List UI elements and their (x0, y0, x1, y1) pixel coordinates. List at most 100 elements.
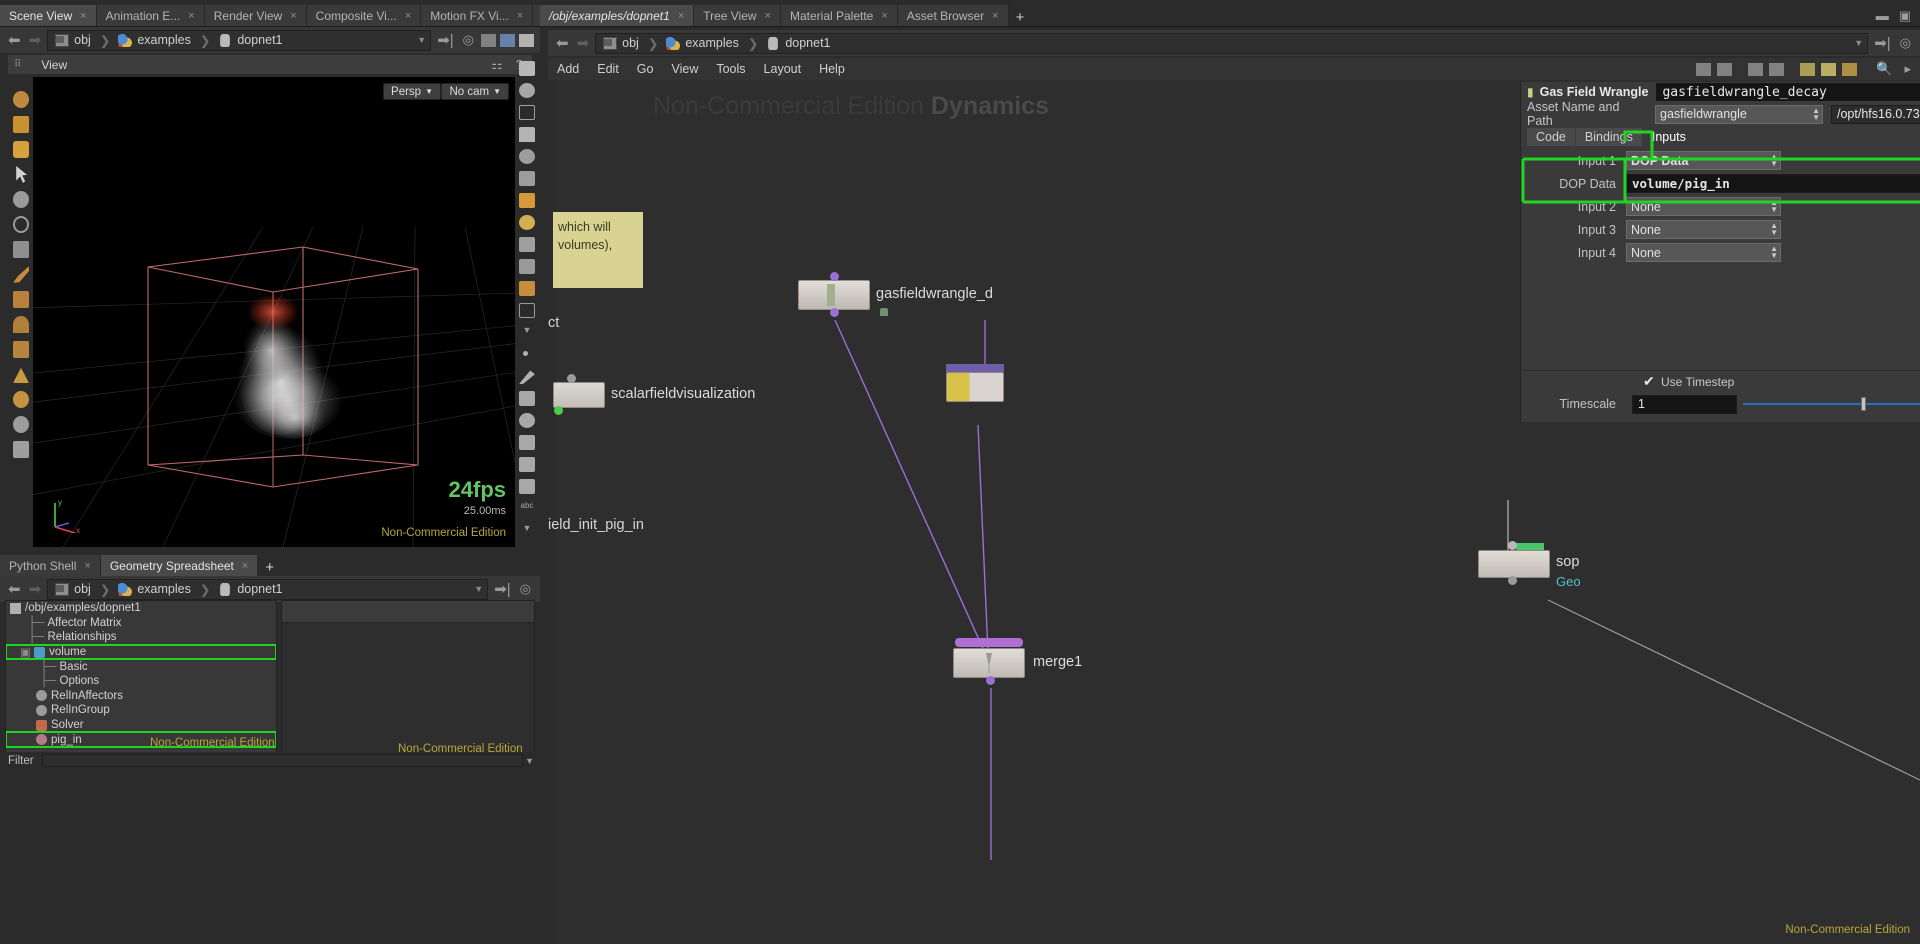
close-icon[interactable]: × (678, 10, 684, 22)
breadcrumb-item-examples[interactable]: examples ❯ (663, 36, 763, 51)
search-icon[interactable]: 🔍 (1873, 61, 1895, 77)
tree-row[interactable]: ├─ Basic (6, 659, 276, 674)
node-flag-bar[interactable] (1516, 543, 1544, 550)
view-tool-icon[interactable] (10, 138, 32, 161)
snap-tool-icon[interactable] (10, 413, 32, 436)
scale-tool-icon[interactable] (10, 238, 32, 261)
maximize-icon[interactable]: ▣ (1896, 8, 1914, 24)
forward-icon[interactable]: ➡ (27, 580, 44, 598)
snapshot-icon[interactable] (516, 476, 538, 497)
node-input-dot[interactable] (830, 272, 839, 281)
measure-tool-icon[interactable] (10, 438, 32, 461)
spinner-icon[interactable]: ▲ ▼ (1812, 106, 1820, 121)
viewport-3d[interactable]: Persp ▼ No cam ▼ 24fps 25.00ms Non-Comme… (33, 77, 515, 547)
tree-row[interactable]: /obj/examples/dopnet1 (6, 601, 276, 616)
node-output-dot[interactable] (1508, 576, 1517, 585)
geometry-spreadsheet-pane[interactable] (281, 600, 535, 755)
node-body[interactable] (798, 280, 870, 310)
lock-icon[interactable] (516, 124, 538, 145)
breadcrumb-item-obj[interactable]: obj ❯ (600, 36, 663, 51)
timescale-input[interactable]: 1 (1632, 394, 1737, 414)
breadcrumb-item-dopnet1[interactable]: dopnet1 (215, 33, 287, 47)
tab-scene-view[interactable]: Scene View × (0, 5, 97, 26)
use-timestep-checkbox[interactable]: ✔ (1643, 373, 1655, 389)
tree-row[interactable]: ├─ Relationships (6, 630, 276, 645)
node-body[interactable] (553, 382, 605, 408)
paint-tool-icon[interactable] (10, 338, 32, 361)
filter-input[interactable] (41, 754, 524, 767)
chevron-down-icon[interactable]: ▼ (525, 756, 540, 766)
tab-dopnet-path[interactable]: /obj/examples/dopnet1 × (540, 5, 695, 26)
close-icon[interactable]: × (242, 560, 248, 572)
tree-row[interactable]: RelInGroup (6, 703, 276, 718)
close-icon[interactable]: × (84, 560, 90, 572)
align-grid-icon[interactable] (1769, 62, 1785, 76)
menu-add[interactable]: Add (548, 62, 588, 76)
breadcrumb-item-examples[interactable]: examples ❯ (115, 582, 215, 597)
dop-data-tree[interactable]: /obj/examples/dopnet1 ├─ Affector Matrix… (5, 600, 277, 755)
ruler-icon[interactable] (516, 432, 538, 453)
timescale-slider[interactable] (1743, 396, 1920, 412)
terrain-tool-icon[interactable] (10, 363, 32, 386)
shading-icon[interactable] (516, 80, 538, 101)
chevron-down-icon[interactable]: ▼ (1854, 38, 1863, 48)
chevron-down-icon[interactable]: ▼ (516, 322, 538, 343)
menu-layout[interactable]: Layout (755, 62, 811, 76)
target-icon[interactable]: ◎ (460, 32, 477, 48)
arrow-cursor-icon[interactable] (10, 163, 32, 186)
menu-help[interactable]: Help (810, 62, 854, 76)
close-icon[interactable]: × (188, 10, 194, 22)
align-left-icon[interactable] (1748, 62, 1764, 76)
add-tab-button[interactable]: + (1009, 9, 1032, 26)
guide-icon[interactable] (516, 256, 538, 277)
asset-path-field[interactable]: /opt/hfs16.0.736/houdini/otls/OPlibDop.h… (1831, 104, 1920, 124)
tab-inputs[interactable]: Inputs (1642, 128, 1695, 146)
crosshair-icon[interactable] (516, 454, 538, 475)
panel-icon[interactable] (519, 33, 534, 47)
menu-edit[interactable]: Edit (588, 62, 628, 76)
viewport-camera-dropdown[interactable]: No cam ▼ (441, 83, 509, 100)
dop-data-field[interactable]: volume/pig_in (1626, 174, 1920, 193)
input-2-combo[interactable]: None ▲ ▼ (1626, 197, 1781, 216)
forward-icon[interactable]: ➡ (27, 31, 44, 49)
tab-animation-editor[interactable]: Animation E... × (96, 5, 205, 26)
menu-tools[interactable]: Tools (707, 62, 754, 76)
material-icon[interactable] (500, 33, 515, 47)
tree-row[interactable]: ├─ Affector Matrix (6, 616, 276, 631)
grid-icon[interactable] (516, 300, 538, 321)
breadcrumb-item-obj[interactable]: obj ❯ (52, 582, 115, 597)
node-output-dot[interactable] (830, 308, 839, 317)
input-4-combo[interactable]: None ▲ ▼ (1626, 243, 1781, 262)
points-icon[interactable] (516, 146, 538, 167)
point-snap-icon[interactable] (516, 344, 538, 365)
display-mode-icon[interactable] (516, 58, 538, 79)
close-icon[interactable]: × (517, 10, 523, 22)
pose-tool-icon[interactable] (10, 288, 32, 311)
breadcrumb-item-dopnet1[interactable]: dopnet1 (215, 582, 287, 596)
node-body[interactable] (953, 648, 1025, 678)
breadcrumb-item-examples[interactable]: examples ❯ (115, 33, 215, 48)
chevron-down-icon[interactable]: ▼ (417, 35, 426, 45)
node-input-dot[interactable] (567, 374, 576, 383)
target-icon[interactable]: ◎ (517, 581, 534, 597)
pen-icon[interactable] (516, 366, 538, 387)
slider-track[interactable] (1743, 403, 1920, 405)
chevron-down-icon[interactable]: ▼ (474, 584, 483, 594)
input-3-combo[interactable]: None ▲ ▼ (1626, 220, 1781, 239)
node-body[interactable] (946, 372, 1004, 402)
volume-tool-icon[interactable] (10, 388, 32, 411)
tab-code[interactable]: Code (1527, 128, 1575, 146)
wireframe-icon[interactable] (516, 102, 538, 123)
tree-row[interactable]: RelInAffectors (6, 689, 276, 704)
breadcrumb-item-dopnet1[interactable]: dopnet1 (763, 36, 835, 50)
node-input-dot[interactable] (1508, 541, 1517, 550)
folder-icon[interactable] (1842, 62, 1858, 76)
close-icon[interactable]: × (290, 10, 296, 22)
tab-composite-view[interactable]: Composite Vi... × (306, 5, 422, 26)
node-body[interactable] (1478, 550, 1550, 578)
move-tool-icon[interactable] (10, 188, 32, 211)
add-tab-button[interactable]: + (258, 559, 281, 576)
target-icon[interactable]: ◎ (1897, 35, 1914, 51)
node-hidden-behind-panel[interactable] (946, 364, 1004, 402)
color-palette-icon[interactable] (1800, 62, 1816, 76)
